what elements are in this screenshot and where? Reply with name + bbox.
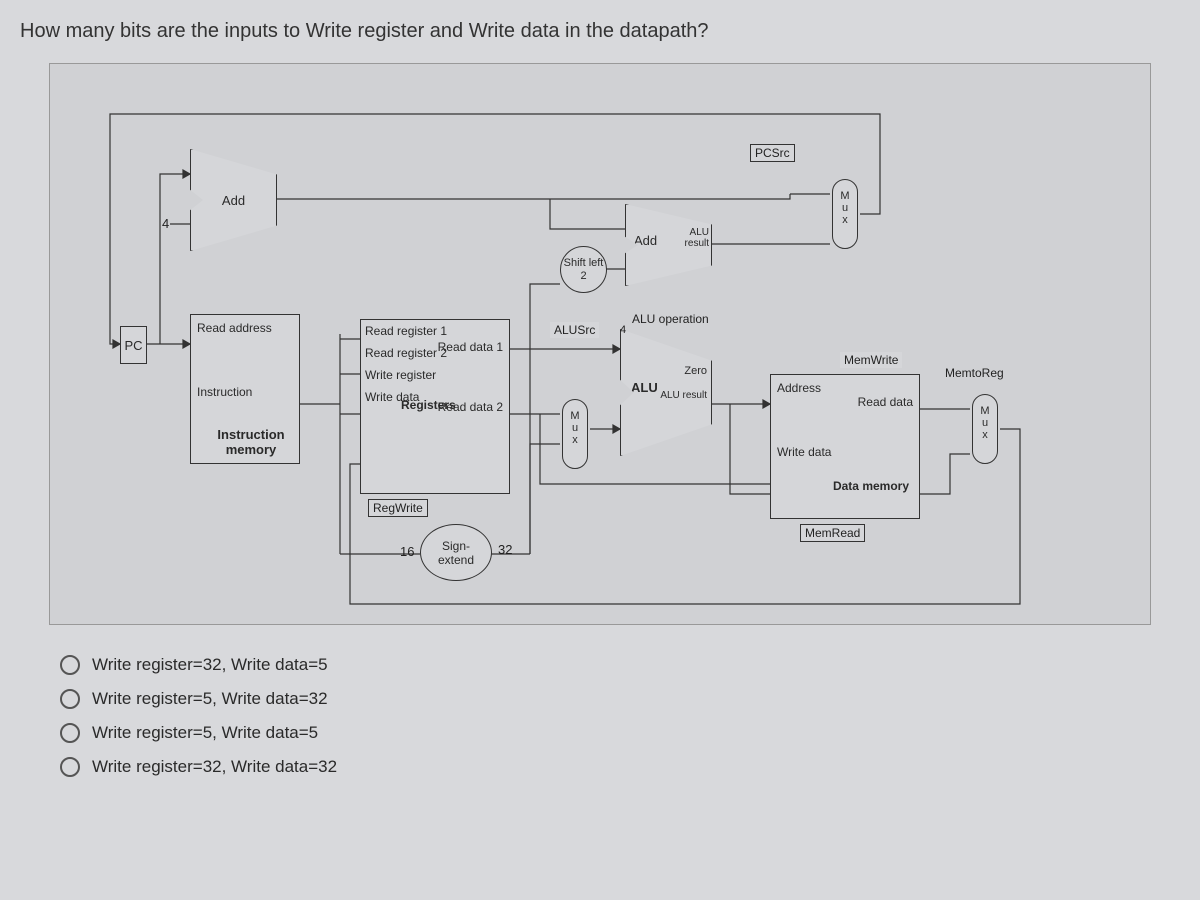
option-b-label: Write register=5, Write data=32 [92, 689, 328, 709]
const-4: 4 [162, 216, 169, 231]
datapath-diagram: PC Add 4 Read address Instruction Instru… [49, 63, 1151, 625]
option-d[interactable]: Write register=32, Write data=32 [60, 757, 1180, 777]
register-file: Read register 1 Read register 2 Write re… [360, 319, 510, 494]
regwrite-signal: RegWrite [368, 499, 428, 517]
dmem-wd: Write data [777, 445, 831, 459]
memread-signal: MemRead [800, 524, 865, 542]
radio-icon [60, 689, 80, 709]
add2-label: Add [634, 233, 657, 248]
option-a-label: Write register=32, Write data=5 [92, 655, 328, 675]
add-branch: Add ALU result [625, 204, 712, 286]
imem-title: Instruction memory [197, 427, 305, 457]
option-c[interactable]: Write register=5, Write data=5 [60, 723, 1180, 743]
data-memory: Address Write data Read data Data memory [770, 374, 920, 519]
answer-options: Write register=32, Write data=5 Write re… [60, 655, 1180, 777]
add2-result: ALU result [669, 227, 709, 249]
rf-rd1: Read data 1 [438, 340, 503, 354]
pcsrc-signal: PCSrc [750, 144, 795, 162]
option-d-label: Write register=32, Write data=32 [92, 757, 337, 777]
aluop-bits: 4 [620, 324, 626, 336]
add-pc4: Add [190, 149, 277, 251]
alusrc-signal: ALUSrc [550, 322, 599, 338]
memtoreg-signal: MemtoReg [945, 366, 1004, 380]
pcsrc-mux: M u x [832, 179, 858, 249]
rf-wr: Write register [365, 368, 436, 382]
shift-left-2: Shift left 2 [560, 246, 607, 293]
option-b[interactable]: Write register=5, Write data=32 [60, 689, 1180, 709]
imem-read-addr: Read address [197, 321, 272, 335]
instruction-memory: Read address Instruction Instruction mem… [190, 314, 300, 464]
alu: ALU Zero ALU result [620, 329, 712, 456]
option-a[interactable]: Write register=32, Write data=5 [60, 655, 1180, 675]
radio-icon [60, 723, 80, 743]
alu-label: ALU [631, 380, 658, 395]
rf-rr1: Read register 1 [365, 324, 447, 338]
rf-title: Registers [401, 398, 456, 412]
dmem-addr: Address [777, 381, 821, 395]
sign-extend: Sign- extend [420, 524, 492, 581]
memtoreg-mux: M u x [972, 394, 998, 464]
rf-rr2: Read register 2 [365, 346, 447, 360]
alusrc-mux: M u x [562, 399, 588, 469]
alu-zero: Zero [684, 365, 707, 377]
memwrite-signal: MemWrite [840, 352, 902, 368]
se-out-bits: 32 [498, 542, 512, 557]
se-in-bits: 16 [400, 544, 414, 559]
imem-instruction: Instruction [197, 385, 252, 399]
option-c-label: Write register=5, Write data=5 [92, 723, 318, 743]
alu-result: ALU result [660, 390, 707, 401]
pc-block: PC [120, 326, 147, 364]
question-text: How many bits are the inputs to Write re… [20, 20, 1180, 43]
radio-icon [60, 757, 80, 777]
aluop-signal: ALU operation [632, 312, 709, 326]
dmem-title: Data memory [833, 479, 909, 493]
radio-icon [60, 655, 80, 675]
dmem-rd: Read data [858, 395, 913, 409]
add-label: Add [222, 193, 245, 208]
